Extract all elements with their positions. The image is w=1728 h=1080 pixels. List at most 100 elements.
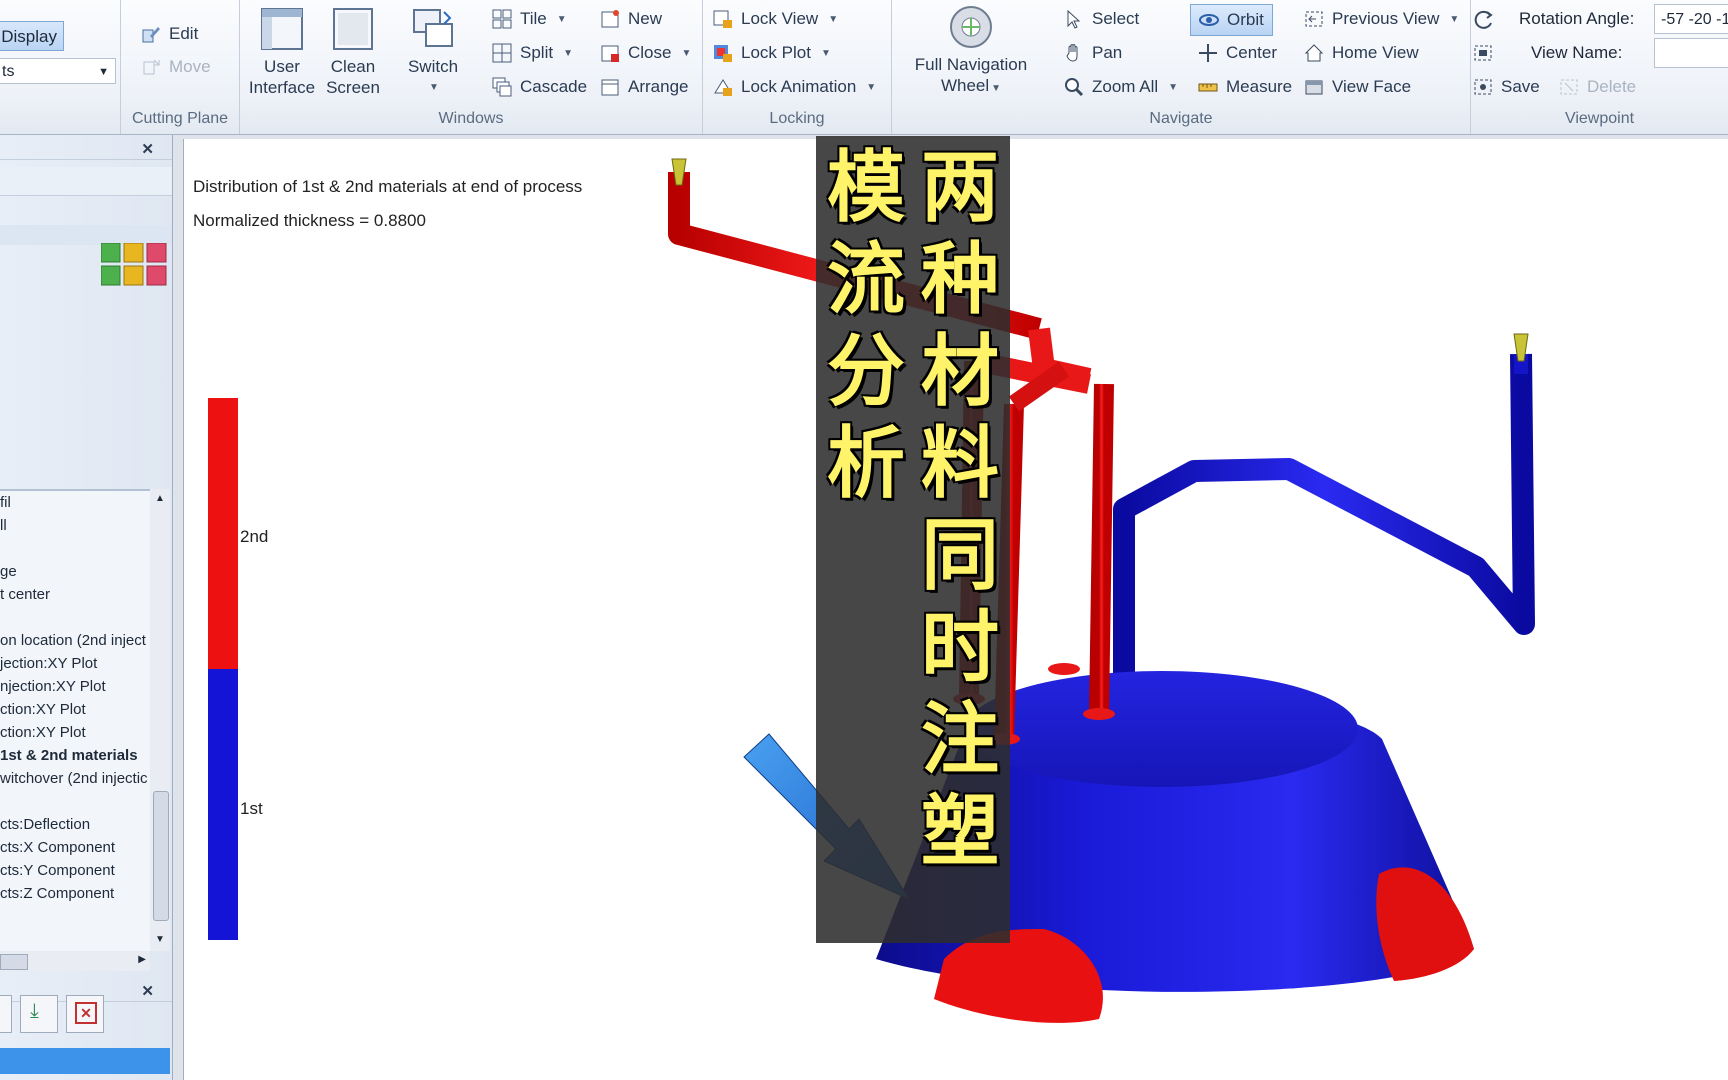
- arrange-icon: [600, 77, 620, 97]
- select-label: Select: [1092, 9, 1140, 28]
- clean-screen-button[interactable]: Clean Screen: [320, 6, 386, 98]
- tile-button[interactable]: Tile ▼: [492, 9, 567, 29]
- user-interface-button[interactable]: User Interface: [248, 6, 316, 98]
- ribbon-group-cutting-plane: Edit Move Cutting Plane: [121, 0, 240, 134]
- orbit-button[interactable]: Orbit: [1190, 4, 1273, 36]
- ribbon-group-display: Display ts ▼: [0, 0, 121, 134]
- center-label: Center: [1226, 43, 1278, 62]
- tree-item[interactable]: ge: [0, 563, 17, 580]
- split-button[interactable]: Split ▼: [492, 43, 573, 63]
- layer-row: [0, 225, 172, 245]
- display-dropdown[interactable]: ts ▼: [0, 58, 116, 84]
- selection-bar[interactable]: [0, 1048, 170, 1074]
- move-down-button[interactable]: ⤓: [20, 995, 58, 1033]
- scroll-thumb[interactable]: [153, 791, 169, 921]
- tree-item[interactable]: fil: [0, 494, 11, 511]
- full-navigation-wheel-label: Full Navigation Wheel: [914, 55, 1028, 95]
- scroll-right-icon[interactable]: ▶: [138, 954, 146, 965]
- cone-top-face: [966, 671, 1358, 787]
- lock-view-button[interactable]: Lock View ▼: [713, 9, 838, 29]
- save-view-button[interactable]: Save: [1473, 77, 1540, 97]
- previous-view-label: Previous View: [1332, 9, 1440, 28]
- user-interface-icon: [259, 6, 305, 52]
- view-face-label: View Face: [1332, 77, 1412, 96]
- tree-item[interactable]: ction:XY Plot: [0, 724, 86, 741]
- ribbon-group-windows: User Interface Clean Screen Switch ▼ Til…: [240, 0, 703, 134]
- chevron-down-icon: ▼: [98, 66, 109, 78]
- tree-item[interactable]: cts:Deflection: [0, 816, 90, 833]
- tree-item[interactable]: t center: [0, 586, 50, 603]
- tree-item[interactable]: witchover (2nd injectic: [0, 770, 148, 787]
- delete-view-label: Delete: [1587, 77, 1637, 96]
- cascade-button[interactable]: Cascade: [492, 77, 587, 97]
- caption-glyph: 析: [826, 419, 905, 509]
- clean-screen-label: Clean Screen: [326, 57, 380, 97]
- close-icon[interactable]: ✕: [141, 140, 154, 158]
- lower-toolbar: ⤓ ✕: [0, 995, 172, 1039]
- display-button[interactable]: Display: [0, 21, 64, 51]
- layer-state-icons[interactable]: [100, 242, 167, 287]
- arrow-down-icon: ⤓: [30, 1000, 39, 1022]
- tree-item[interactable]: jection:XY Plot: [0, 655, 97, 672]
- edit-plane-icon: [141, 24, 161, 44]
- view-name-input[interactable]: [1654, 38, 1728, 68]
- orbit-icon: [1199, 10, 1219, 30]
- switch-label: Switch: [407, 57, 459, 76]
- tree-item[interactable]: on location (2nd inject: [0, 632, 146, 649]
- lock-plot-button[interactable]: Lock Plot ▼: [713, 43, 831, 63]
- red-gate-3: [1048, 663, 1080, 675]
- tree-item[interactable]: njection:XY Plot: [0, 678, 106, 695]
- vertical-scrollbar[interactable]: ▲ ▼: [150, 489, 170, 951]
- caption-glyph: 两: [920, 143, 999, 233]
- previous-view-button[interactable]: Previous View ▼: [1304, 9, 1459, 29]
- scroll-up-icon[interactable]: ▲: [155, 493, 165, 504]
- view-face-icon: [1304, 77, 1324, 97]
- navigate-group-label: Navigate: [1149, 110, 1213, 127]
- display-dropdown-value: ts: [2, 63, 15, 80]
- h-scroll-thumb[interactable]: [0, 954, 28, 970]
- ruler-icon: [1198, 77, 1218, 97]
- tree-item[interactable]: cts:X Component: [0, 839, 115, 856]
- ribbon-group-locking: Lock View ▼ Lock Plot ▼ Lock Animation ▼ Lo…: [703, 0, 892, 134]
- home-icon: [1304, 43, 1324, 63]
- blue-runner: [1113, 353, 1535, 719]
- zoom-all-button[interactable]: Zoom All ▼: [1064, 77, 1178, 97]
- delete-x-icon: ✕: [75, 1002, 97, 1024]
- scroll-down-icon[interactable]: ▼: [155, 934, 165, 945]
- arrange-button[interactable]: Arrange: [600, 77, 688, 97]
- rotation-angle-input[interactable]: -57 -20 -1: [1654, 4, 1728, 34]
- rotation-angle-value: -57 -20 -1: [1661, 11, 1728, 28]
- delete-button[interactable]: ✕: [66, 995, 104, 1033]
- tree-item[interactable]: 1st & 2nd materials: [0, 747, 138, 764]
- tree-item[interactable]: cts:Z Component: [0, 885, 114, 902]
- center-button[interactable]: Center: [1198, 43, 1277, 63]
- switch-button[interactable]: Switch ▼: [400, 6, 466, 98]
- tree-item[interactable]: ll: [0, 517, 7, 534]
- arrange-label: Arrange: [628, 77, 689, 96]
- toolbar-button-partial[interactable]: [0, 995, 12, 1033]
- viewpoint-group-label: Viewpoint: [1564, 110, 1635, 127]
- edit-button[interactable]: Edit: [141, 24, 198, 44]
- view-face-button[interactable]: View Face: [1304, 77, 1411, 97]
- delete-view-button[interactable]: Delete: [1559, 77, 1636, 97]
- red-drop-4: [1089, 383, 1114, 715]
- lock-plot-icon: [713, 43, 733, 63]
- horizontal-scrollbar[interactable]: ▶: [0, 951, 150, 971]
- tree-item[interactable]: cts:Y Component: [0, 862, 115, 879]
- measure-button[interactable]: Measure: [1198, 77, 1292, 97]
- home-view-button[interactable]: Home View: [1304, 43, 1419, 63]
- ribbon-group-viewpoint: Rotation Angle: -57 -20 -1 View Name: Sa…: [1471, 0, 1728, 134]
- hand-icon: [1064, 43, 1084, 63]
- close-window-button[interactable]: Close ▼: [600, 43, 691, 63]
- full-navigation-wheel-button[interactable]: Full Navigation Wheel ▼: [906, 4, 1036, 99]
- cascade-label: Cascade: [520, 77, 588, 96]
- lock-animation-button[interactable]: Lock Animation ▼: [713, 77, 876, 97]
- caption-glyph: 同: [920, 511, 999, 601]
- select-button[interactable]: Select: [1064, 9, 1139, 29]
- delete-view-icon: [1559, 77, 1579, 97]
- lock-view-icon: [713, 9, 733, 29]
- pan-button[interactable]: Pan: [1064, 43, 1122, 63]
- tree-item[interactable]: ction:XY Plot: [0, 701, 86, 718]
- move-button[interactable]: Move: [141, 57, 211, 77]
- new-window-button[interactable]: New: [600, 9, 662, 29]
